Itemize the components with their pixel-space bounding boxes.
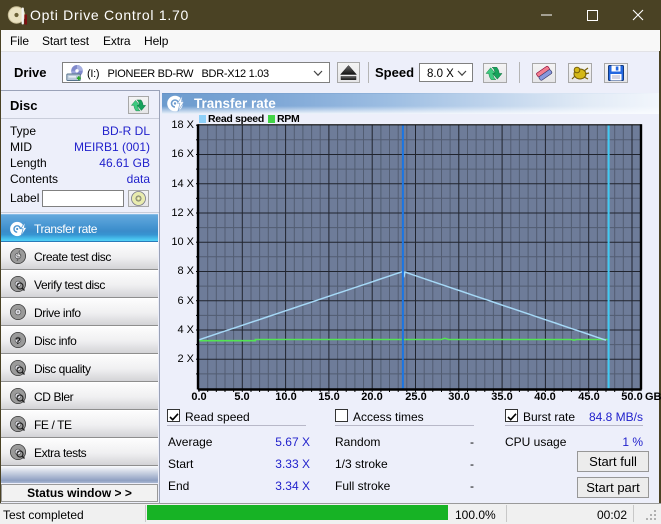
svg-text:?: ? — [15, 336, 21, 346]
